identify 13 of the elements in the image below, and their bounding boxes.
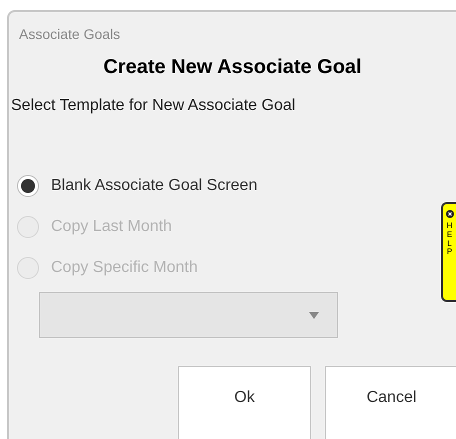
radio-button[interactable] <box>17 175 39 197</box>
radio-label: Copy Last Month <box>51 217 172 237</box>
window-title: Associate Goals <box>19 25 120 44</box>
dialog-heading: Create New Associate Goal <box>102 55 363 80</box>
dropdown-arrow-icon <box>309 312 319 318</box>
help-label: HELP <box>446 222 454 258</box>
prompt-text: Select Template for New Associate Goal <box>11 96 296 116</box>
close-icon <box>446 210 454 218</box>
radio-label: Copy Specific Month <box>51 258 198 278</box>
help-tab[interactable]: HELP <box>441 202 456 302</box>
dialog-button[interactable]: Cancel <box>325 366 456 439</box>
radio-label: Blank Associate Goal Screen <box>51 176 258 196</box>
dialog-button[interactable]: Ok <box>178 366 311 439</box>
